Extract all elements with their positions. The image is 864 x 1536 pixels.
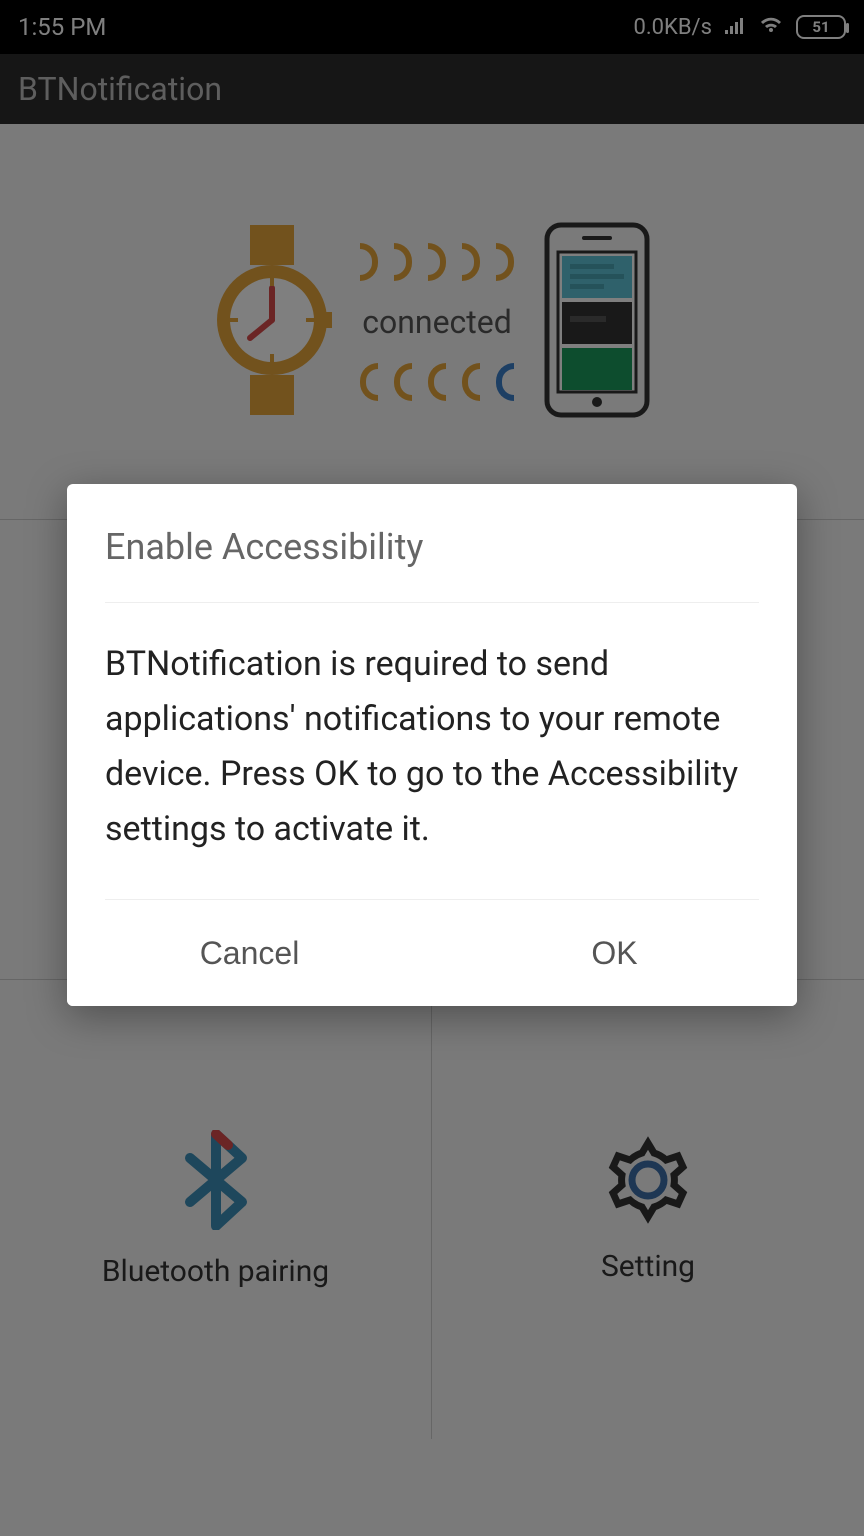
accessibility-dialog: Enable Accessibility BTNotification is r… [67,484,797,1006]
dialog-body-text: BTNotification is required to send appli… [67,603,797,899]
ok-button[interactable]: OK [432,900,797,1006]
dialog-title: Enable Accessibility [67,484,797,602]
dialog-actions: Cancel OK [67,900,797,1006]
cancel-button[interactable]: Cancel [67,900,432,1006]
